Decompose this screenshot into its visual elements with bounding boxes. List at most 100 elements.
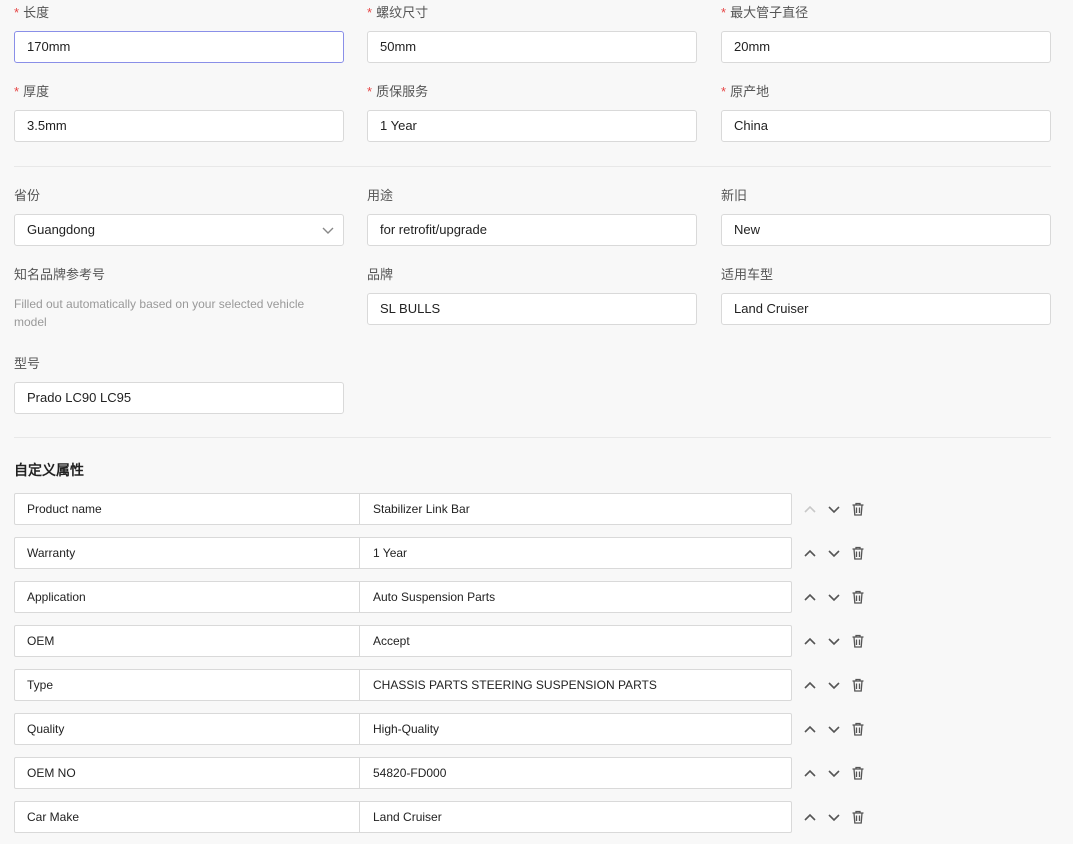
field-label: 厚度 [23,84,50,99]
field-label: 用途 [367,188,394,203]
field-max-pipe-diameter: * 最大管子直径 20mm [721,4,1051,63]
vehicle-input[interactable]: Land Cruiser [721,293,1051,325]
brand-reference-hint: Filled out automatically based on your s… [14,297,305,329]
field-label: 型号 [14,356,41,371]
field-label: 最大管子直径 [730,5,809,20]
custom-attribute-row: Quality High-Quality [14,713,874,745]
field-label: 省份 [14,188,41,203]
attribute-box: OEM NO 54820-FD000 [14,757,792,789]
field-thickness: * 厚度 3.5mm [14,83,344,142]
trash-icon[interactable] [850,633,866,649]
attribute-value-input[interactable]: 54820-FD000 [361,758,791,788]
required-marker: * [14,5,20,20]
custom-attribute-row: OEM Accept [14,625,874,657]
model-input[interactable]: Prado LC90 LC95 [14,382,344,414]
trash-icon[interactable] [850,721,866,737]
field-condition: 新旧 New [721,187,1051,246]
attribute-name-input[interactable]: Type [15,670,360,700]
field-label: 知名品牌参考号 [14,267,106,282]
custom-attribute-row: Warranty 1 Year [14,537,874,569]
required-marker: * [367,84,373,99]
trash-icon[interactable] [850,501,866,517]
field-brand: 品牌 SL BULLS [367,266,697,325]
field-label: 适用车型 [721,267,774,282]
brand-input[interactable]: SL BULLS [367,293,697,325]
field-length: * 长度 170mm [14,4,344,63]
origin-input[interactable]: China [721,110,1051,142]
attribute-name-input[interactable]: Product name [15,494,360,524]
field-vehicle: 适用车型 Land Cruiser [721,266,1051,325]
field-label: 长度 [23,5,50,20]
attribute-value-input[interactable]: Stabilizer Link Bar [361,494,791,524]
attribute-box: OEM Accept [14,625,792,657]
chevron-down-icon[interactable] [826,589,842,605]
chevron-up-icon[interactable] [802,721,818,737]
trash-icon[interactable] [850,545,866,561]
chevron-down-icon[interactable] [826,501,842,517]
attribute-name-input[interactable]: Car Make [15,802,360,832]
custom-attribute-row: Car Make Land Cruiser [14,801,874,833]
attribute-value-input[interactable]: CHASSIS PARTS STEERING SUSPENSION PARTS [361,670,791,700]
trash-icon[interactable] [850,765,866,781]
trash-icon[interactable] [850,589,866,605]
chevron-up-icon[interactable] [802,677,818,693]
max-pipe-diameter-input[interactable]: 20mm [721,31,1051,63]
custom-attribute-row: Type CHASSIS PARTS STEERING SUSPENSION PA… [14,669,874,701]
attribute-name-input[interactable]: Quality [15,714,360,744]
attribute-name-input[interactable]: OEM [15,626,360,656]
chevron-down-icon[interactable] [826,809,842,825]
thickness-input[interactable]: 3.5mm [14,110,344,142]
custom-attributes-title: 自定义属性 [14,462,84,478]
chevron-down-icon[interactable] [826,721,842,737]
attribute-box: Quality High-Quality [14,713,792,745]
chevron-up-icon[interactable] [802,589,818,605]
chevron-down-icon[interactable] [826,633,842,649]
chevron-up-icon[interactable] [802,765,818,781]
chevron-up-icon[interactable] [802,633,818,649]
chevron-down-icon[interactable] [826,545,842,561]
required-marker: * [14,84,20,99]
section-divider [14,166,1051,167]
warranty-service-input[interactable]: 1 Year [367,110,697,142]
attribute-name-input[interactable]: Warranty [15,538,360,568]
field-label: 螺纹尺寸 [376,5,429,20]
attribute-box: Warranty 1 Year [14,537,792,569]
attribute-box: Application Auto Suspension Parts [14,581,792,613]
product-attributes-form: * 长度 170mm * 螺纹尺寸 50mm * 最大管子直径 20mm * 厚度 3.… [0,0,1073,844]
attribute-value-input[interactable]: Accept [361,626,791,656]
condition-input[interactable]: New [721,214,1051,246]
field-warranty-service: * 质保服务 1 Year [367,83,697,142]
custom-attribute-row: OEM NO 54820-FD000 [14,757,874,789]
thread-size-input[interactable]: 50mm [367,31,697,63]
province-select[interactable]: Guangdong [14,214,344,246]
attribute-value-input[interactable]: Land Cruiser [361,802,791,832]
attribute-box: Type CHASSIS PARTS STEERING SUSPENSION PA… [14,669,792,701]
field-label: 质保服务 [376,84,429,99]
field-thread-size: * 螺纹尺寸 50mm [367,4,697,63]
attribute-value-input[interactable]: 1 Year [361,538,791,568]
required-marker: * [721,5,727,20]
field-label: 品牌 [367,267,394,282]
attribute-value-input[interactable]: High-Quality [361,714,791,744]
length-input[interactable]: 170mm [14,31,344,63]
attribute-box: Product name Stabilizer Link Bar [14,493,792,525]
field-brand-reference: 知名品牌参考号 Filled out automatically based o… [14,266,344,329]
chevron-down-icon[interactable] [826,765,842,781]
chevron-down-icon [322,227,334,234]
trash-icon[interactable] [850,809,866,825]
chevron-up-icon[interactable] [802,545,818,561]
attribute-name-input[interactable]: Application [15,582,360,612]
section-divider [14,437,1051,438]
attribute-box: Car Make Land Cruiser [14,801,792,833]
attribute-name-input[interactable]: OEM NO [15,758,360,788]
custom-attribute-row: Product name Stabilizer Link Bar [14,493,874,525]
field-model: 型号 Prado LC90 LC95 [14,355,344,414]
chevron-up-icon[interactable] [802,809,818,825]
chevron-down-icon[interactable] [826,677,842,693]
chevron-up-icon [802,501,818,517]
attribute-value-input[interactable]: Auto Suspension Parts [361,582,791,612]
custom-attribute-row: Application Auto Suspension Parts [14,581,874,613]
usage-input[interactable]: for retrofit/upgrade [367,214,697,246]
trash-icon[interactable] [850,677,866,693]
field-province: 省份 Guangdong [14,187,344,246]
